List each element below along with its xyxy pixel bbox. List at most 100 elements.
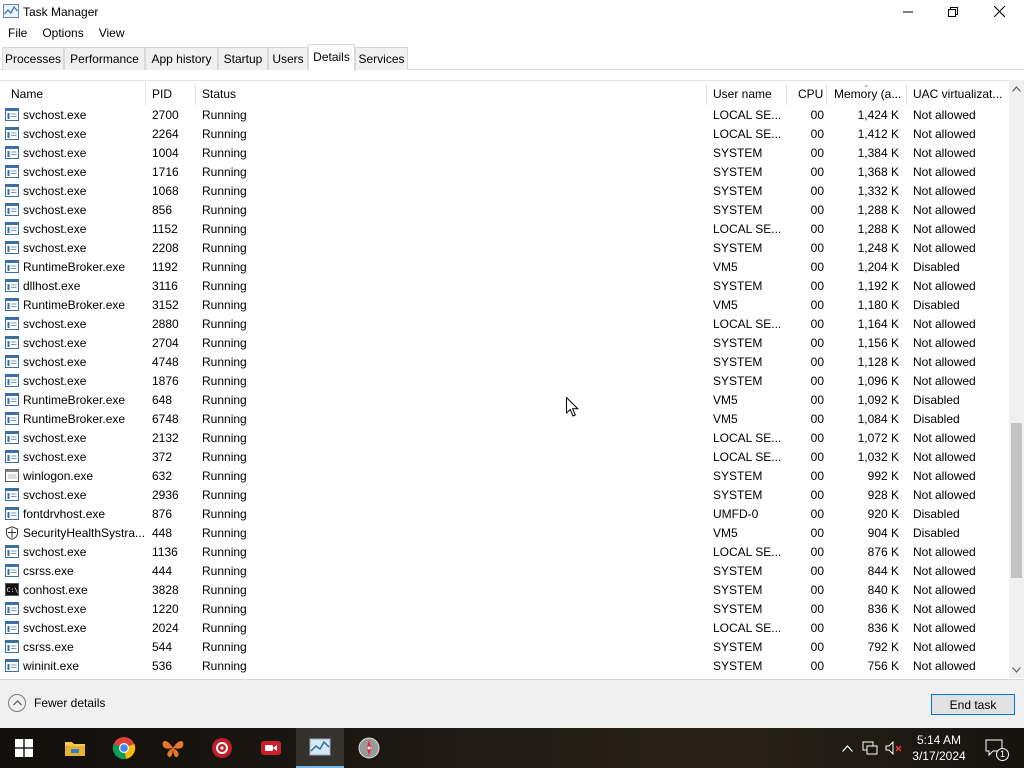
show-hidden-icons-button[interactable] bbox=[838, 728, 856, 768]
table-row[interactable]: svchost.exe 1152 Running LOCAL SE... 00 1,288… bbox=[0, 219, 1009, 238]
table-row[interactable]: csrss.exe 444 Running SYSTEM 00 844 K Not allo… bbox=[0, 561, 1009, 580]
chevron-down-icon bbox=[1012, 666, 1021, 673]
volume-tray-button[interactable] bbox=[884, 728, 904, 768]
table-row[interactable]: svchost.exe 2132 Running LOCAL SE... 00 1,072… bbox=[0, 428, 1009, 447]
taskbar-chrome[interactable] bbox=[100, 728, 148, 768]
cell-status: Running bbox=[202, 374, 247, 388]
table-row[interactable]: RuntimeBroker.exe 1192 Running VM5 00 1,204 K… bbox=[0, 257, 1009, 276]
action-center-button[interactable]: 1 bbox=[980, 728, 1010, 768]
table-row[interactable]: fontdrvhost.exe 876 Running UMFD-0 00 920 K Di… bbox=[0, 504, 1009, 523]
column-user-name[interactable]: User name bbox=[713, 81, 783, 105]
table-row[interactable]: svchost.exe 2880 Running LOCAL SE... 00 1,164… bbox=[0, 314, 1009, 333]
menu-options[interactable]: Options bbox=[34, 23, 90, 43]
cell-name: wininit.exe bbox=[23, 659, 80, 673]
scroll-up-button[interactable] bbox=[1009, 80, 1024, 97]
table-row[interactable]: svchost.exe 372 Running LOCAL SE... 00 1,032 … bbox=[0, 447, 1009, 466]
cell-pid: 2132 bbox=[152, 431, 179, 445]
table-row[interactable]: svchost.exe 1716 Running SYSTEM 00 1,368 K Not… bbox=[0, 162, 1009, 181]
column-divider[interactable] bbox=[195, 83, 196, 105]
taskbar-compass-app[interactable] bbox=[345, 728, 393, 768]
table-row[interactable]: svchost.exe 2208 Running SYSTEM 00 1,248 K Not… bbox=[0, 238, 1009, 257]
table-row[interactable]: C:\ conhost.exe 3828 Running SYSTEM 00 840 K No… bbox=[0, 580, 1009, 599]
cell-uac-virtualization: Not allowed bbox=[913, 621, 976, 635]
column-name[interactable]: Name bbox=[11, 81, 141, 105]
column-divider[interactable] bbox=[826, 83, 827, 105]
tab-processes[interactable]: Processes bbox=[2, 47, 64, 70]
column-divider[interactable] bbox=[906, 83, 907, 105]
cell-pid: 2936 bbox=[152, 488, 179, 502]
taskbar-task-manager[interactable] bbox=[296, 728, 344, 768]
tab-details[interactable]: Details bbox=[308, 44, 355, 71]
table-row[interactable]: SecurityHealthSystra... 448 Running VM5 00 90… bbox=[0, 523, 1009, 542]
service-host-icon bbox=[5, 260, 19, 273]
column-pid[interactable]: PID bbox=[152, 81, 192, 105]
table-row[interactable]: svchost.exe 1136 Running LOCAL SE... 00 876 K… bbox=[0, 542, 1009, 561]
tab-users[interactable]: Users bbox=[268, 47, 308, 70]
column-divider[interactable] bbox=[145, 83, 146, 105]
taskbar-clock[interactable]: 5:14 AM 3/17/2024 bbox=[905, 732, 973, 764]
table-row[interactable]: svchost.exe 2264 Running LOCAL SE... 00 1,412… bbox=[0, 124, 1009, 143]
cell-cpu: 00 bbox=[810, 374, 824, 388]
table-row[interactable]: svchost.exe 1068 Running SYSTEM 00 1,332 K Not… bbox=[0, 181, 1009, 200]
table-row[interactable]: wininit.exe 536 Running SYSTEM 00 756 K Not al… bbox=[0, 656, 1009, 675]
cell-cpu: 00 bbox=[810, 279, 824, 293]
cell-user-name: SYSTEM bbox=[713, 583, 763, 597]
table-row[interactable]: svchost.exe 2700 Running LOCAL SE... 00 1,424… bbox=[0, 105, 1009, 124]
cell-user-name: LOCAL SE... bbox=[713, 431, 782, 445]
vertical-scrollbar[interactable] bbox=[1009, 80, 1024, 678]
column-divider[interactable] bbox=[786, 83, 787, 105]
service-host-icon bbox=[5, 241, 19, 254]
minimize-button[interactable] bbox=[885, 0, 931, 23]
cell-status: Running bbox=[202, 165, 247, 179]
table-row[interactable]: svchost.exe 4748 Running SYSTEM 00 1,128 K Not… bbox=[0, 352, 1009, 371]
table-row[interactable]: svchost.exe 1004 Running SYSTEM 00 1,384 K Not… bbox=[0, 143, 1009, 162]
table-row[interactable]: RuntimeBroker.exe 6748 Running VM5 00 1,084 K… bbox=[0, 409, 1009, 428]
cell-pid: 1716 bbox=[152, 165, 179, 179]
end-task-button[interactable]: End task bbox=[931, 694, 1015, 715]
cell-status: Running bbox=[202, 545, 247, 559]
table-row[interactable]: winlogon.exe 632 Running SYSTEM 00 992 K Not a… bbox=[0, 466, 1009, 485]
tab-startup[interactable]: Startup bbox=[218, 47, 268, 70]
cell-uac-virtualization: Disabled bbox=[913, 393, 960, 407]
taskbar-red-gear-app[interactable] bbox=[198, 728, 246, 768]
table-row[interactable]: svchost.exe 1876 Running SYSTEM 00 1,096 K Not… bbox=[0, 371, 1009, 390]
table-row[interactable]: RuntimeBroker.exe 3152 Running VM5 00 1,180 K… bbox=[0, 295, 1009, 314]
table-row[interactable]: svchost.exe 1220 Running SYSTEM 00 836 K Not a… bbox=[0, 599, 1009, 618]
cell-name: svchost.exe bbox=[23, 355, 87, 369]
column-cpu[interactable]: CPU bbox=[798, 81, 824, 105]
tab-app-history[interactable]: App history bbox=[145, 47, 218, 70]
column-memory[interactable]: Memory (a... bbox=[834, 81, 904, 105]
table-row[interactable]: svchost.exe 2024 Running LOCAL SE... 00 836 K… bbox=[0, 618, 1009, 637]
cell-name: svchost.exe bbox=[23, 108, 87, 122]
column-uac-virtualization[interactable]: UAC virtualizat... bbox=[913, 81, 1006, 105]
cell-memory: 1,072 K bbox=[857, 431, 899, 445]
table-row[interactable]: svchost.exe 856 Running SYSTEM 00 1,288 K Not … bbox=[0, 200, 1009, 219]
fewer-details-button[interactable]: Fewer details bbox=[8, 694, 105, 712]
cell-name: svchost.exe bbox=[23, 602, 87, 616]
close-button[interactable] bbox=[976, 0, 1022, 23]
table-row[interactable]: dllhost.exe 3116 Running SYSTEM 00 1,192 K Not… bbox=[0, 276, 1009, 295]
start-button[interactable] bbox=[0, 728, 48, 768]
taskbar-camera-recorder[interactable] bbox=[247, 728, 295, 768]
menu-file[interactable]: File bbox=[0, 23, 34, 43]
table-row[interactable]: csrss.exe 544 Running SYSTEM 00 792 K Not allo… bbox=[0, 637, 1009, 656]
menu-view[interactable]: View bbox=[91, 23, 132, 43]
cell-uac-virtualization: Disabled bbox=[913, 507, 960, 521]
network-tray-button[interactable] bbox=[860, 728, 880, 768]
taskbar-butterfly-app[interactable] bbox=[149, 728, 197, 768]
cell-user-name: VM5 bbox=[713, 298, 738, 312]
column-status[interactable]: Status bbox=[202, 81, 702, 105]
table-row[interactable]: RuntimeBroker.exe 648 Running VM5 00 1,092 K D… bbox=[0, 390, 1009, 409]
scrollbar-thumb[interactable] bbox=[1011, 423, 1022, 578]
scroll-down-button[interactable] bbox=[1009, 661, 1024, 678]
clock-date: 3/17/2024 bbox=[912, 749, 966, 763]
taskbar-file-explorer[interactable] bbox=[51, 728, 99, 768]
cell-pid: 1136 bbox=[152, 545, 178, 559]
table-row[interactable]: svchost.exe 2936 Running SYSTEM 00 928 K Not a… bbox=[0, 485, 1009, 504]
shield-icon bbox=[5, 526, 19, 540]
column-divider[interactable] bbox=[706, 83, 707, 105]
table-row[interactable]: svchost.exe 2704 Running SYSTEM 00 1,156 K Not… bbox=[0, 333, 1009, 352]
tab-performance[interactable]: Performance bbox=[64, 47, 145, 70]
restore-button[interactable] bbox=[930, 0, 976, 23]
tab-services[interactable]: Services bbox=[355, 47, 408, 70]
